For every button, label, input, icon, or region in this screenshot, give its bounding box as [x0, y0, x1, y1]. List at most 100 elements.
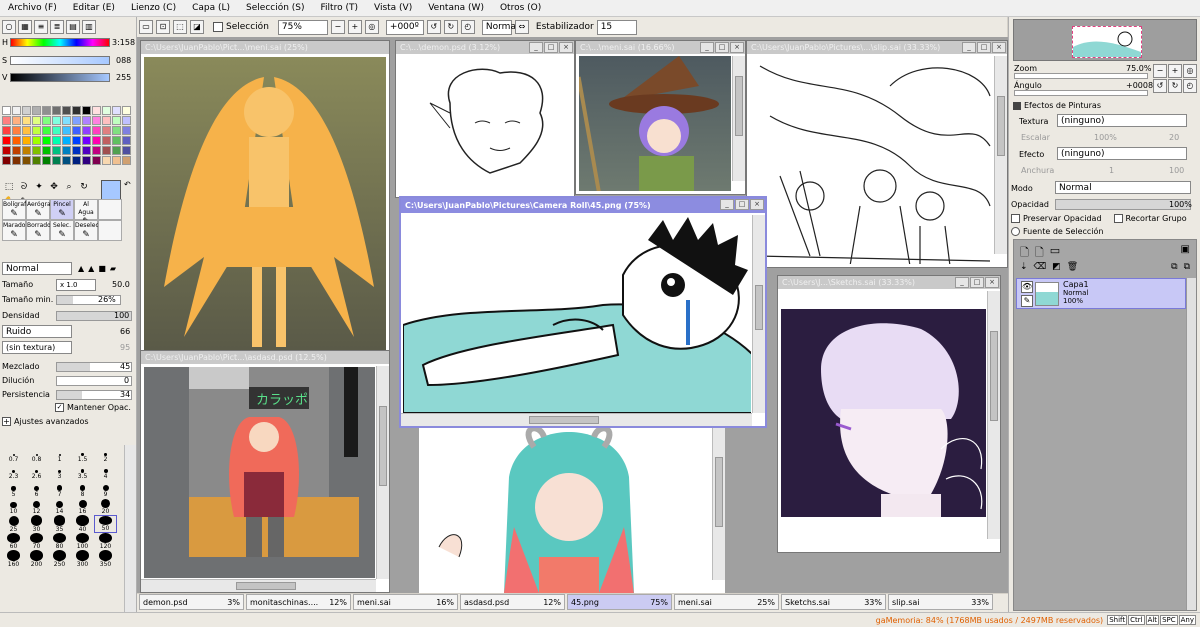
- palette-swatch[interactable]: [52, 126, 61, 135]
- rgb-slider-icon[interactable]: ≡: [34, 20, 48, 34]
- palette-swatch[interactable]: [32, 126, 41, 135]
- new-layer-icon[interactable]: 🗋: [1020, 244, 1029, 263]
- palette-swatch[interactable]: [82, 126, 91, 135]
- palette-swatch[interactable]: [72, 116, 81, 125]
- minimize-icon[interactable]: _: [700, 42, 714, 53]
- maximize-icon[interactable]: □: [970, 277, 984, 288]
- visibility-eye-icon[interactable]: 👁: [1021, 281, 1033, 293]
- brush-size-option[interactable]: 14: [48, 498, 71, 515]
- brush-size-option[interactable]: 2.6: [25, 463, 48, 480]
- maximize-icon[interactable]: □: [977, 42, 991, 53]
- canvas-window[interactable]: C:\Users\JuanPablo\Pict...\meni.sai (25%…: [140, 40, 390, 354]
- brush-slot[interactable]: Aerógraf ✎: [26, 199, 53, 220]
- nav-rotate-left-icon[interactable]: ↺: [1153, 79, 1167, 93]
- brush-size-option[interactable]: 2: [94, 445, 117, 463]
- palette-swatch[interactable]: [112, 146, 121, 155]
- apply-mask-icon[interactable]: ◩: [1052, 262, 1061, 272]
- brush-size-scrollbar[interactable]: [124, 445, 136, 615]
- brush-size-option[interactable]: 120: [94, 532, 117, 550]
- vertical-scrollbar[interactable]: [752, 215, 765, 413]
- close-icon[interactable]: ×: [559, 42, 573, 53]
- menu-item[interactable]: Ventana (W): [420, 3, 492, 13]
- palette-swatch[interactable]: [2, 116, 11, 125]
- effects-texture-select[interactable]: (ninguno): [1057, 114, 1187, 127]
- nav-zoom-fit-icon[interactable]: ◎: [1183, 64, 1197, 78]
- palette-swatch[interactable]: [42, 106, 51, 115]
- palette-swatch[interactable]: [122, 126, 131, 135]
- palette-swatch[interactable]: [12, 156, 21, 165]
- size-multiplier[interactable]: x 1.0: [56, 279, 96, 291]
- palette-swatch[interactable]: [82, 136, 91, 145]
- palette-swatch[interactable]: [102, 106, 111, 115]
- brush-size-option[interactable]: 30: [25, 515, 48, 533]
- palette-swatch[interactable]: [82, 116, 91, 125]
- new-vector-layer-icon[interactable]: 🗋: [1035, 244, 1044, 263]
- palette-swatch[interactable]: [72, 126, 81, 135]
- palette-swatch[interactable]: [52, 116, 61, 125]
- brush-size-option[interactable]: 4: [94, 463, 117, 480]
- crop-icon[interactable]: ⊡: [156, 20, 170, 34]
- menu-item[interactable]: Lienzo (C): [123, 3, 184, 13]
- selection-source-radio[interactable]: [1011, 227, 1020, 236]
- palette-swatch[interactable]: [2, 146, 11, 155]
- deselect-icon[interactable]: ▭: [139, 20, 153, 34]
- scroll-thumb[interactable]: [379, 406, 387, 486]
- brush-size-option[interactable]: 1.5: [71, 445, 94, 463]
- palette-swatch[interactable]: [82, 106, 91, 115]
- brush-size-option[interactable]: 100: [71, 532, 94, 550]
- brush-shape-square-icon[interactable]: ■: [98, 264, 106, 273]
- brush-size-option[interactable]: 250: [48, 550, 71, 568]
- brush-lock-icon[interactable]: ✎: [1021, 295, 1033, 307]
- nav-rotate-reset-icon[interactable]: ◴: [1183, 79, 1197, 93]
- layer-row[interactable]: 👁 ✎ Capa1 Normal 100%: [1016, 278, 1186, 309]
- brush-size-option[interactable]: 60: [2, 532, 25, 550]
- maximize-icon[interactable]: □: [715, 42, 729, 53]
- palette-swatch[interactable]: [2, 156, 11, 165]
- palette-swatch[interactable]: [112, 116, 121, 125]
- palette-swatch[interactable]: [102, 136, 111, 145]
- palette-swatch[interactable]: [42, 116, 51, 125]
- keep-opacity-checkbox[interactable]: ✓: [55, 403, 64, 412]
- palette-swatch[interactable]: [32, 146, 41, 155]
- menu-item[interactable]: Capa (L): [184, 3, 238, 13]
- scroll-thumb[interactable]: [715, 457, 723, 527]
- brush-size-option[interactable]: 8: [71, 480, 94, 498]
- layers-scrollbar[interactable]: [1186, 278, 1196, 610]
- palette-swatch[interactable]: [62, 156, 71, 165]
- swatch-icon[interactable]: ▤: [66, 20, 80, 34]
- palette-swatch[interactable]: [52, 106, 61, 115]
- palette-swatch[interactable]: [32, 136, 41, 145]
- zoom-icon[interactable]: ⌕: [62, 181, 76, 195]
- nav-zoom-out-icon[interactable]: −: [1153, 64, 1167, 78]
- canvas-window[interactable]: C:\Users\J...\Sketchs.sai (33.33%) _ □ ×: [777, 275, 1001, 553]
- brush-slot[interactable]: Deselec. ✎: [74, 220, 101, 241]
- brush-size-option[interactable]: 200: [25, 550, 48, 568]
- stabilizer-select[interactable]: 15: [596, 19, 637, 35]
- zoom-select[interactable]: 75%: [277, 19, 328, 35]
- palette-swatch[interactable]: [102, 156, 111, 165]
- document-tab[interactable]: monitaschinas.... 12%: [246, 594, 351, 610]
- merge-down-icon[interactable]: ⇣: [1020, 262, 1028, 272]
- move-icon[interactable]: ✥: [47, 181, 61, 195]
- minimize-icon[interactable]: _: [955, 277, 969, 288]
- brush-size-option[interactable]: 20: [94, 498, 117, 515]
- horizontal-scrollbar[interactable]: [401, 413, 752, 426]
- nav-rotate-right-icon[interactable]: ↻: [1168, 79, 1182, 93]
- palette-swatch[interactable]: [42, 156, 51, 165]
- zoom-out-icon[interactable]: −: [330, 20, 345, 34]
- palette-swatch[interactable]: [42, 126, 51, 135]
- brush-size-option[interactable]: 80: [48, 532, 71, 550]
- palette-swatch[interactable]: [22, 156, 31, 165]
- palette-swatch[interactable]: [22, 106, 31, 115]
- document-tab[interactable]: meni.sai 16%: [353, 594, 458, 610]
- texture-select[interactable]: (sin textura): [2, 341, 72, 354]
- palette-swatch[interactable]: [22, 116, 31, 125]
- brush-size-option[interactable]: 2.3: [2, 463, 25, 480]
- layer-copy-icon[interactable]: ⧉: [1171, 262, 1177, 272]
- vertical-scrollbar[interactable]: [994, 56, 1007, 254]
- brush-slot[interactable]: Al Agua✎: [74, 199, 98, 227]
- scroll-thumb[interactable]: [529, 416, 599, 424]
- palette-swatch[interactable]: [112, 156, 121, 165]
- canvas-window[interactable]: C:\...\demon.psd (3.12%) _ □ ×: [395, 40, 575, 198]
- color-wheel-icon[interactable]: ○: [2, 20, 16, 34]
